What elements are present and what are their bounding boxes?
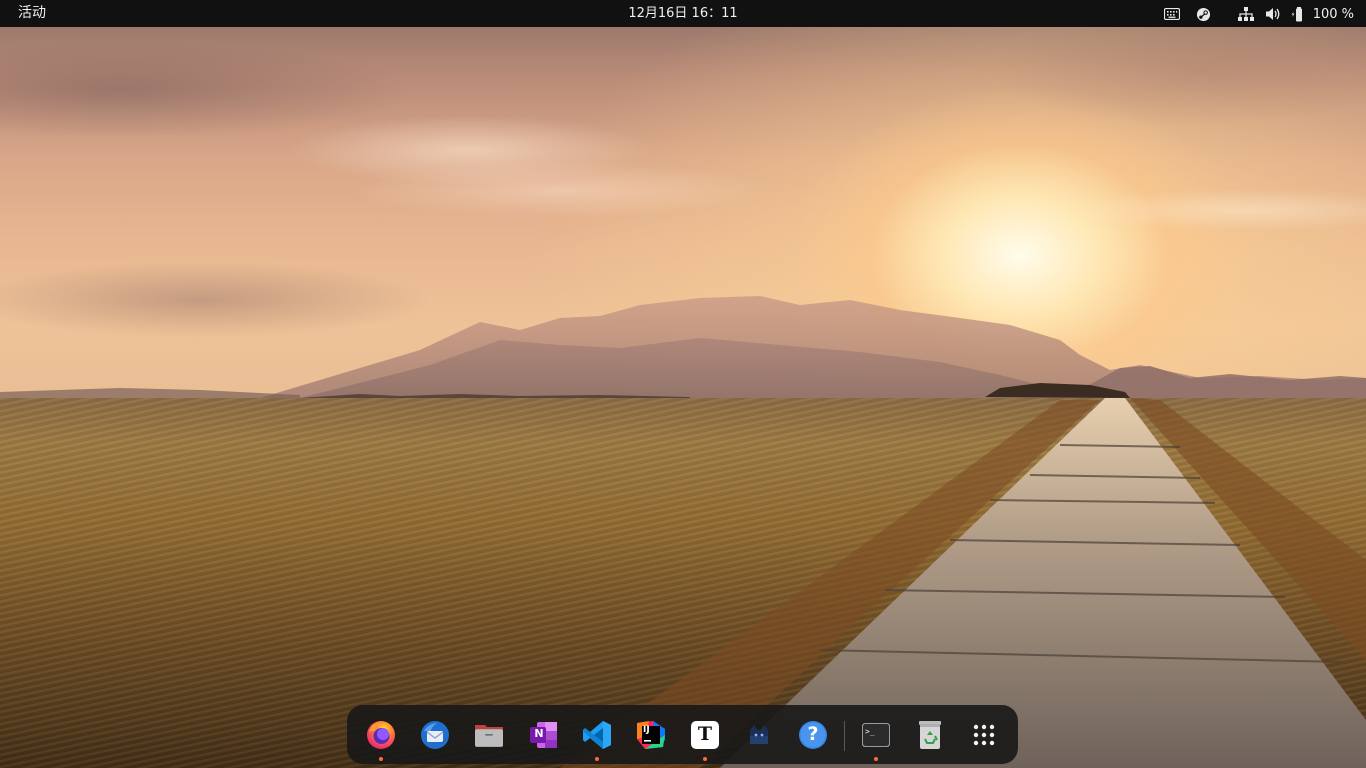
cat-icon — [750, 725, 768, 744]
dock-separator — [844, 721, 845, 751]
running-indicator — [874, 757, 878, 761]
firefox-icon — [367, 721, 395, 749]
dock: N IJ T ? >_ — [347, 705, 1018, 764]
dock-item-help[interactable]: ? — [793, 715, 833, 755]
system-tray[interactable]: 100 % — [1159, 4, 1354, 24]
running-indicator — [379, 757, 383, 761]
dock-item-files[interactable] — [469, 715, 509, 755]
intellij-label: IJ — [643, 725, 650, 735]
dock-item-trash[interactable] — [910, 715, 950, 755]
folder-icon — [475, 725, 503, 747]
running-indicator — [595, 757, 599, 761]
battery-icon[interactable] — [1289, 6, 1309, 22]
dock-item-cat-app[interactable] — [739, 715, 779, 755]
network-wired-icon[interactable] — [1231, 7, 1261, 21]
dock-item-firefox[interactable] — [361, 715, 401, 761]
help-label: ? — [807, 723, 819, 745]
vscode-icon — [583, 721, 611, 749]
dock-item-typora[interactable]: T — [685, 715, 725, 761]
steam-icon[interactable] — [1189, 7, 1219, 22]
onenote-label: N — [534, 727, 544, 740]
typora-label: T — [697, 723, 713, 745]
thunderbird-icon — [421, 721, 449, 749]
dock-item-terminal[interactable]: >_ — [856, 715, 896, 761]
volume-icon[interactable] — [1261, 7, 1285, 21]
dock-item-thunderbird[interactable] — [415, 715, 455, 755]
app-grid-icon — [973, 724, 995, 746]
dock-item-show-apps[interactable] — [964, 715, 1004, 755]
trash-icon — [919, 721, 941, 749]
wallpaper-road — [560, 398, 1366, 768]
keyboard-icon[interactable] — [1159, 8, 1185, 20]
top-bar: 活动 12月16日 16：11 100 % — [0, 0, 1366, 27]
running-indicator — [703, 757, 707, 761]
clock-button[interactable]: 12月16日 16：11 — [628, 6, 737, 21]
dock-item-vscode[interactable] — [577, 715, 617, 761]
dock-item-intellij[interactable]: IJ — [631, 715, 671, 755]
dock-item-onenote[interactable]: N — [523, 715, 563, 755]
battery-percentage[interactable]: 100 % — [1313, 7, 1354, 22]
desktop[interactable]: 活动 12月16日 16：11 100 % N IJ T ? >_ — [0, 0, 1366, 768]
intellij-icon — [637, 721, 665, 749]
terminal-label: >_ — [865, 727, 875, 736]
